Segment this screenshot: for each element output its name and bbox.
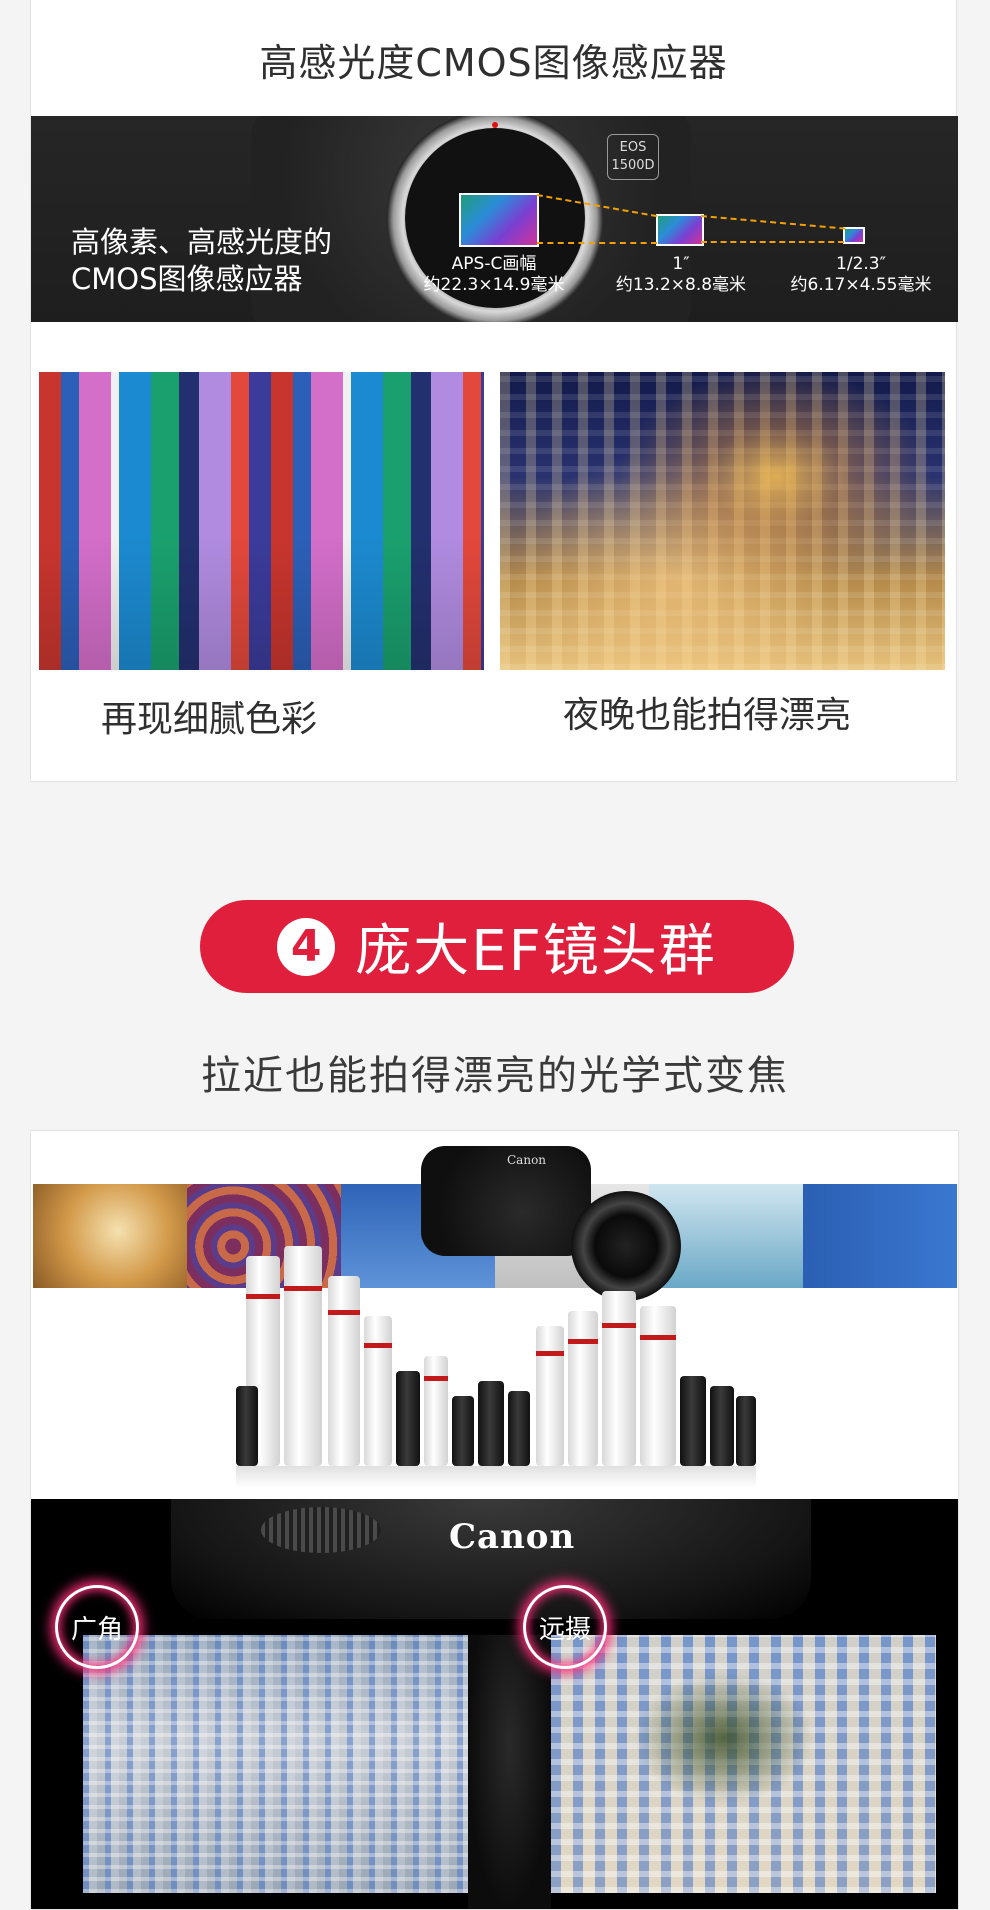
sensor-label-1-2-3-inch: 1/2.3″ 约6.17×4.55毫米 xyxy=(790,254,932,295)
section-heading-pill: 4 庞大EF镜头群 xyxy=(200,900,794,993)
camera-brand-mark: Canon xyxy=(507,1153,547,1167)
portrait-photo xyxy=(33,1184,187,1288)
mode-dial xyxy=(261,1507,381,1553)
sensor-banner-text: 高像素、高感光度的 CMOS图像感应器 xyxy=(71,225,333,296)
colorful-scarves-photo xyxy=(39,372,484,670)
section-heading: 庞大EF镜头群 xyxy=(355,919,717,984)
wide-angle-city-photo xyxy=(83,1635,468,1893)
lens-feature-card: Canon Canon 广角 远摄 xyxy=(30,1130,959,1910)
sensor-label-1-inch: 1″ 约13.2×8.8毫米 xyxy=(615,254,747,295)
wide-angle-badge: 广角 xyxy=(55,1585,139,1669)
telephoto-badge: 远摄 xyxy=(523,1585,607,1669)
sensor-section-title: 高感光度CMOS图像感应器 xyxy=(259,41,728,85)
sensor-aps-c xyxy=(459,193,539,247)
sensor-1-2-3-inch xyxy=(843,227,865,244)
section-subtitle: 拉近也能拍得漂亮的光学式变焦 xyxy=(201,1053,789,1099)
night-city-photo xyxy=(500,372,945,670)
caption-night: 夜晚也能拍得漂亮 xyxy=(563,695,852,736)
eos-model-badge: EOS 1500D xyxy=(607,134,659,180)
sensor-feature-card: 高感光度CMOS图像感应器 EOS 1500D 高像素、高感光度的 CMOS图像感… xyxy=(30,0,958,782)
caption-color: 再现细腻色彩 xyxy=(101,699,318,740)
telephoto-city-photo xyxy=(551,1635,936,1893)
sensor-label-aps-c: APS-C画幅 约22.3×14.9毫米 xyxy=(423,254,565,295)
canon-logo: Canon xyxy=(449,1517,576,1557)
zoom-comparison-panel: Canon 广角 远摄 xyxy=(31,1499,958,1909)
sensor-1-inch xyxy=(656,214,704,246)
section-number-badge: 4 xyxy=(277,917,336,976)
ef-lens-lineup-image xyxy=(236,1241,756,1466)
blue-door-photo xyxy=(803,1184,957,1288)
camera-in-hands-image xyxy=(421,1146,591,1256)
sensor-comparison-banner: EOS 1500D 高像素、高感光度的 CMOS图像感应器 APS-C画幅 约22… xyxy=(31,116,958,322)
